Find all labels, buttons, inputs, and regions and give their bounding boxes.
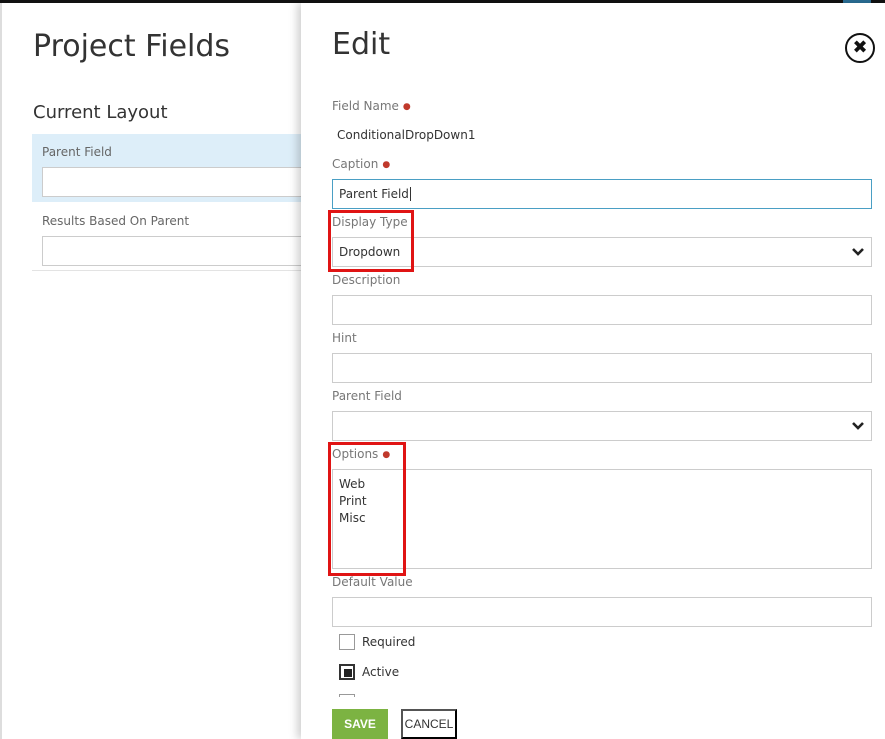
default-value-label: Default Value xyxy=(332,575,413,589)
required-checkbox[interactable] xyxy=(339,634,355,650)
parent-field-select[interactable] xyxy=(332,411,872,441)
field-name-label: Field Name ● xyxy=(332,99,411,113)
highlight-display-type xyxy=(328,210,414,272)
caption-label: Caption ● xyxy=(332,157,391,171)
panel-title: Edit xyxy=(332,27,391,62)
active-checkbox-label: Active xyxy=(362,665,400,679)
save-button[interactable]: SAVE xyxy=(332,709,388,739)
page-edge xyxy=(0,3,2,739)
required-checkbox-label: Required xyxy=(362,635,416,649)
layout-row-parent-field[interactable]: Parent Field xyxy=(32,134,332,202)
edit-panel: Edit ✖ Field Name ● ConditionalDropDown1 … xyxy=(301,3,885,739)
close-circle-icon: ✖ xyxy=(852,37,868,58)
highlight-options xyxy=(328,442,406,576)
partial-checkbox[interactable] xyxy=(339,694,355,697)
default-value-input[interactable] xyxy=(332,597,872,627)
close-button[interactable]: ✖ xyxy=(845,33,875,63)
layout-row-label: Parent Field xyxy=(42,145,112,159)
text-caret xyxy=(409,187,411,201)
page-title: Project Fields xyxy=(33,29,231,64)
option-line: Print xyxy=(339,494,367,508)
layout-row-preview-box xyxy=(42,236,332,266)
field-name-value: ConditionalDropDown1 xyxy=(337,128,476,142)
chevron-down-icon xyxy=(852,248,864,256)
layout-row-preview-box xyxy=(42,167,332,197)
current-layout-heading: Current Layout xyxy=(33,102,168,123)
parent-field-label: Parent Field xyxy=(332,389,402,403)
caption-input[interactable]: Parent Field xyxy=(332,179,872,209)
layout-row-results-based-on-parent[interactable]: Results Based On Parent xyxy=(32,203,332,271)
hint-input[interactable] xyxy=(332,353,872,383)
required-dot-icon: ● xyxy=(382,160,391,170)
layout-row-label: Results Based On Parent xyxy=(42,214,190,228)
options-textarea[interactable]: Web Print Misc xyxy=(332,469,872,569)
option-line: Web xyxy=(339,477,366,491)
hint-label: Hint xyxy=(332,331,357,345)
description-label: Description xyxy=(332,273,401,287)
active-checkbox[interactable] xyxy=(339,664,355,680)
required-dot-icon: ● xyxy=(402,102,411,112)
cancel-button[interactable]: CANCEL xyxy=(401,709,457,739)
option-line: Misc xyxy=(339,511,366,525)
chevron-down-icon xyxy=(852,422,864,430)
description-input[interactable] xyxy=(332,295,872,325)
